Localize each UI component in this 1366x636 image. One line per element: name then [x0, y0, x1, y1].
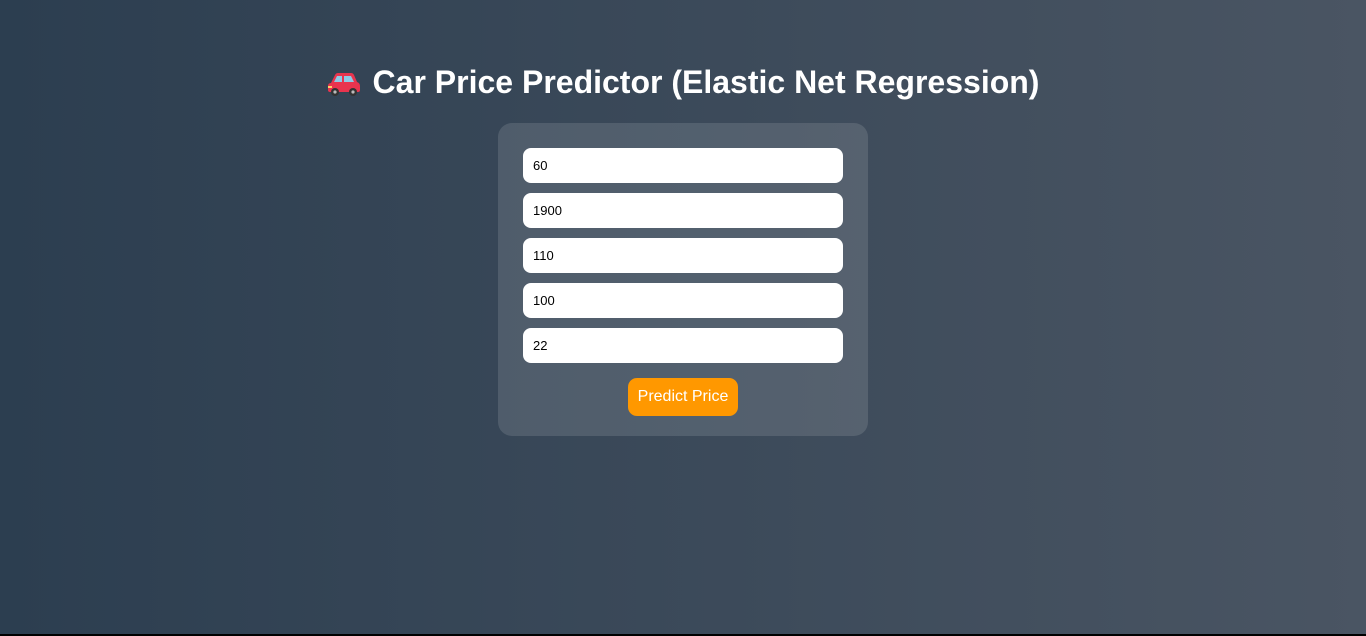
input-field-2[interactable] [523, 193, 843, 228]
page-title-text: Car Price Predictor (Elastic Net Regress… [372, 64, 1040, 100]
car-icon [327, 73, 360, 96]
predict-price-button[interactable]: Predict Price [628, 378, 738, 416]
input-field-3[interactable] [523, 238, 843, 273]
predictor-form-card: Predict Price [498, 123, 868, 436]
input-field-1[interactable] [523, 148, 843, 183]
input-field-5[interactable] [523, 328, 843, 363]
page-title: Car Price Predictor (Elastic Net Regress… [0, 62, 1366, 102]
input-field-4[interactable] [523, 283, 843, 318]
